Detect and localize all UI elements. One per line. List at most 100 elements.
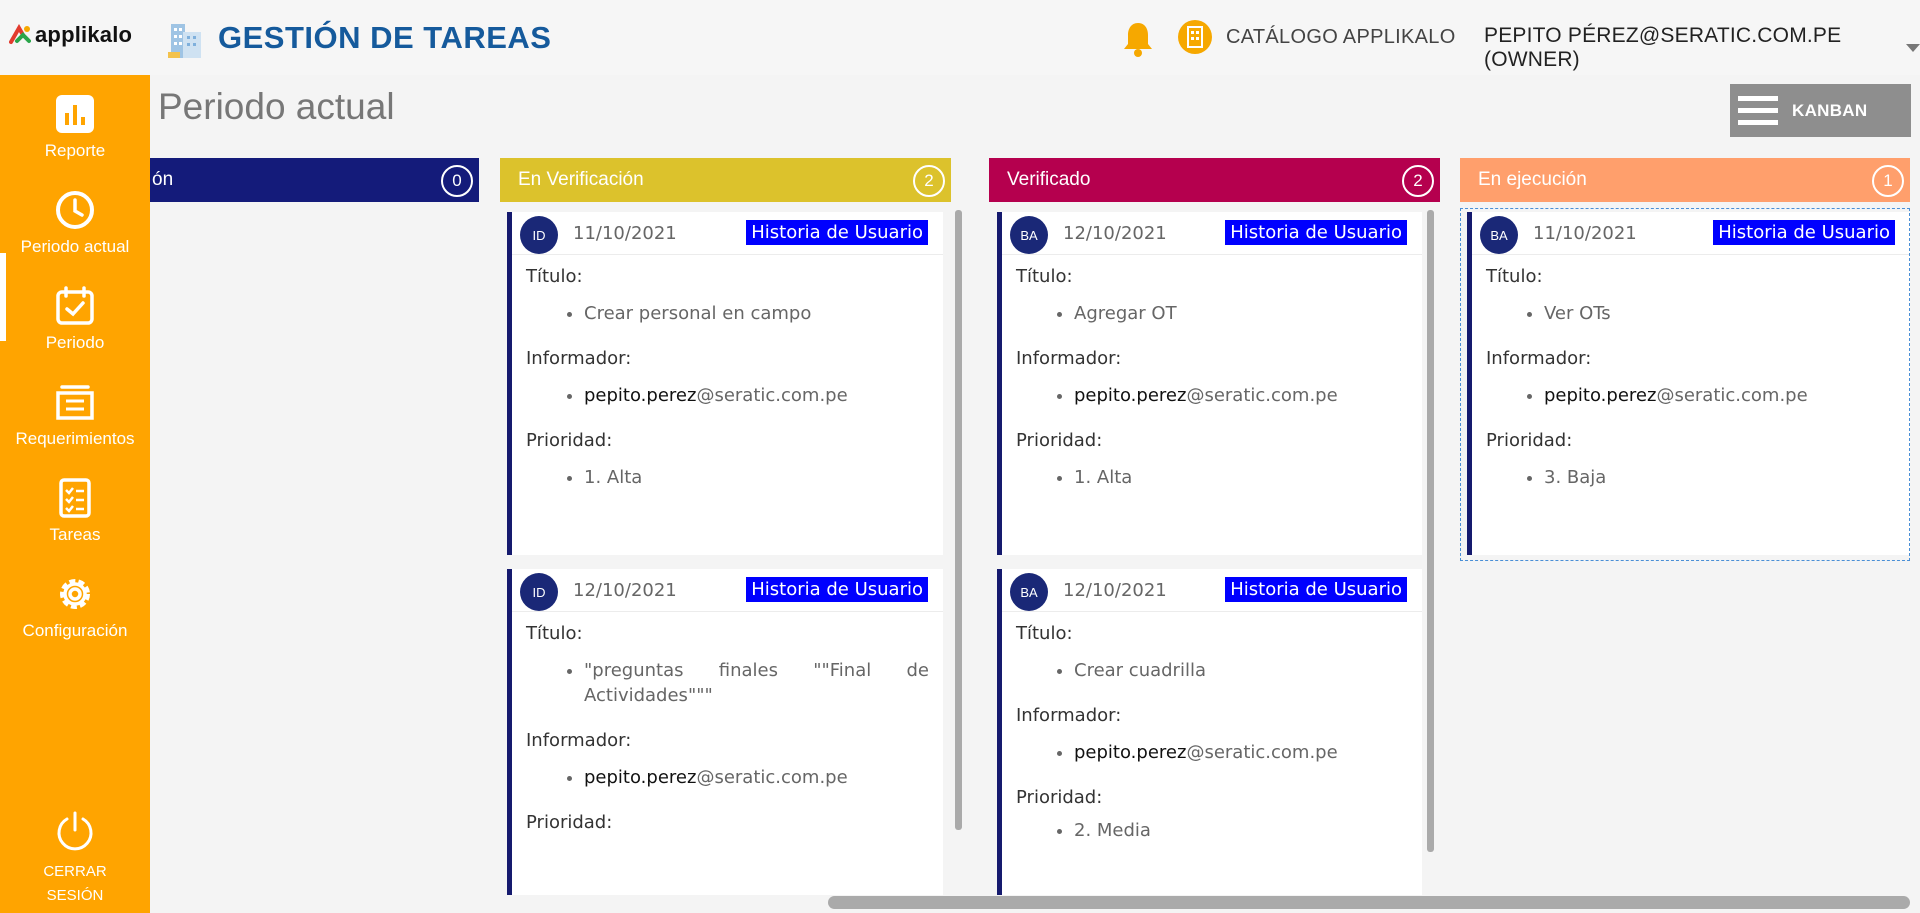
chevron-down-icon xyxy=(1906,44,1920,52)
column-header: En Verificación 2 xyxy=(500,158,951,202)
card-reporter: pepito.perez@seratic.com.pe xyxy=(1074,740,1408,765)
reporter-user: pepito.perez xyxy=(584,767,697,788)
field-label: Título: xyxy=(1016,266,1073,287)
reporter-user: pepito.perez xyxy=(1074,742,1187,763)
card-date: 11/10/2021 xyxy=(573,223,677,244)
hamburger-icon xyxy=(1738,96,1778,125)
card-reporter: pepito.perez@seratic.com.pe xyxy=(584,765,929,790)
column-title: Verificado xyxy=(1007,169,1091,190)
page-title: Periodo actual xyxy=(158,86,395,127)
card-header: BA 12/10/2021 Historia de Usuario xyxy=(1002,212,1422,255)
column-count-badge: 0 xyxy=(441,165,473,197)
task-card[interactable]: ID 12/10/2021 Historia de Usuario Título… xyxy=(507,569,943,895)
sidebar-item-label: Tareas xyxy=(49,525,101,544)
field-label: Prioridad: xyxy=(1016,430,1103,451)
checklist-icon xyxy=(59,478,91,518)
column-scrollbar[interactable] xyxy=(1427,210,1434,852)
card-header: BA 12/10/2021 Historia de Usuario xyxy=(1002,569,1422,612)
logout-button[interactable]: CERRAR SESIÓN xyxy=(0,810,150,908)
avatar: ID xyxy=(520,216,558,254)
sidebar-item-periodo-actual[interactable]: Periodo actual xyxy=(0,189,150,281)
sidebar-item-periodo[interactable]: Periodo xyxy=(0,285,150,377)
sidebar-item-label: Periodo xyxy=(45,333,105,352)
brand-name: applikalo xyxy=(35,22,133,47)
card-body: Título: Agregar OT Informador: pepito.pe… xyxy=(1016,266,1408,512)
bar-chart-icon xyxy=(56,95,94,133)
kanban-column: En Verificación 2 ID 11/10/2021 Historia… xyxy=(500,158,962,895)
column-title: ón xyxy=(152,169,174,190)
card-priority: 1. Alta xyxy=(584,465,929,490)
avatar: BA xyxy=(1010,573,1048,611)
reporter-domain: @seratic.com.pe xyxy=(696,385,848,406)
brand-logo[interactable]: applikalo xyxy=(9,22,132,48)
clock-icon xyxy=(56,191,94,229)
card-priority: 1. Alta xyxy=(1074,465,1408,490)
building-icon xyxy=(1178,20,1212,54)
applikalo-logo-icon xyxy=(9,24,31,44)
field-label: Título: xyxy=(526,623,583,644)
sidebar: Reporte Periodo actual Periodo Requerimi… xyxy=(0,75,150,913)
notifications-bell-icon[interactable] xyxy=(1120,20,1156,58)
column-header: Verificado 2 xyxy=(989,158,1440,202)
card-type-badge[interactable]: Historia de Usuario xyxy=(746,220,928,245)
task-card[interactable]: BA 12/10/2021 Historia de Usuario Título… xyxy=(997,569,1422,895)
column-title: En ejecución xyxy=(1478,169,1587,190)
card-title: Crear personal en campo xyxy=(584,301,929,326)
kanban-column: Verificado 2 BA 12/10/2021 Historia de U… xyxy=(989,158,1440,895)
top-bar: applikalo GESTIÓN DE TAREAS CATÁLOGO APP… xyxy=(0,0,1920,75)
kanban-label: KANBAN xyxy=(1792,100,1868,120)
card-type-badge[interactable]: Historia de Usuario xyxy=(1225,577,1407,602)
sidebar-item-configuracion[interactable]: Configuración xyxy=(0,573,150,665)
user-menu[interactable]: PEPITO PÉREZ@SERATIC.COM.PE (OWNER) xyxy=(1484,24,1920,72)
card-date: 12/10/2021 xyxy=(1063,580,1167,601)
power-icon xyxy=(57,811,93,851)
user-label: PEPITO PÉREZ@SERATIC.COM.PE (OWNER) xyxy=(1484,24,1842,71)
sidebar-item-tareas[interactable]: Tareas xyxy=(0,477,150,569)
column-count-badge: 2 xyxy=(1402,165,1434,197)
kanban-view-button[interactable]: KANBAN xyxy=(1730,84,1911,137)
reporter-domain: @seratic.com.pe xyxy=(696,767,848,788)
task-card[interactable]: ID 11/10/2021 Historia de Usuario Título… xyxy=(507,212,943,555)
card-type-badge[interactable]: Historia de Usuario xyxy=(1225,220,1407,245)
field-label: Informador: xyxy=(526,730,632,751)
card-header: ID 12/10/2021 Historia de Usuario xyxy=(512,569,943,612)
field-label: Prioridad: xyxy=(526,430,613,451)
reporter-user: pepito.perez xyxy=(1074,385,1187,406)
reporter-user: pepito.perez xyxy=(584,385,697,406)
avatar: ID xyxy=(520,573,558,611)
field-label: Título: xyxy=(1016,623,1073,644)
field-label: Prioridad: xyxy=(526,812,613,833)
catalog-link[interactable]: CATÁLOGO APPLIKALO xyxy=(1178,20,1456,54)
task-card[interactable]: BA 12/10/2021 Historia de Usuario Título… xyxy=(997,212,1422,555)
column-header: En ejecución 1 xyxy=(1460,158,1910,202)
card-body: Título: Crear cuadrilla Informador: pepi… xyxy=(1016,623,1408,865)
logout-label: CERRAR SESIÓN xyxy=(43,863,107,904)
column-count-badge: 1 xyxy=(1872,165,1904,197)
horizontal-scrollbar[interactable] xyxy=(828,896,1910,909)
card-title: Crear cuadrilla xyxy=(1074,658,1408,683)
sidebar-item-requerimientos[interactable]: Requerimientos xyxy=(0,381,150,473)
sidebar-item-label: Configuración xyxy=(22,621,128,640)
catalog-label: CATÁLOGO APPLIKALO xyxy=(1226,25,1456,48)
field-label: Informador: xyxy=(1016,348,1122,369)
card-type-badge[interactable]: Historia de Usuario xyxy=(746,577,928,602)
buildings-icon xyxy=(168,24,201,58)
card-title: "preguntas finales ""Final de Actividade… xyxy=(584,658,929,708)
card-header: ID 11/10/2021 Historia de Usuario xyxy=(512,212,943,255)
column-header: ón 0 xyxy=(150,158,479,202)
card-body: Título: Crear personal en campo Informad… xyxy=(526,266,929,512)
card-reporter: pepito.perez@seratic.com.pe xyxy=(584,383,929,408)
app-title: GESTIÓN DE TAREAS xyxy=(218,20,552,55)
drop-zone xyxy=(1460,208,1910,561)
card-priority: 2. Media xyxy=(1074,818,1408,843)
sidebar-item-reporte[interactable]: Reporte xyxy=(0,93,150,185)
card-body: Título: "preguntas finales ""Final de Ac… xyxy=(526,623,929,833)
field-label: Informador: xyxy=(1016,705,1122,726)
column-scrollbar[interactable] xyxy=(955,210,962,830)
sidebar-item-label: Periodo actual xyxy=(20,237,130,256)
reporter-domain: @seratic.com.pe xyxy=(1186,742,1338,763)
card-date: 12/10/2021 xyxy=(1063,223,1167,244)
field-label: Informador: xyxy=(526,348,632,369)
card-date: 12/10/2021 xyxy=(573,580,677,601)
gear-icon xyxy=(60,579,90,609)
